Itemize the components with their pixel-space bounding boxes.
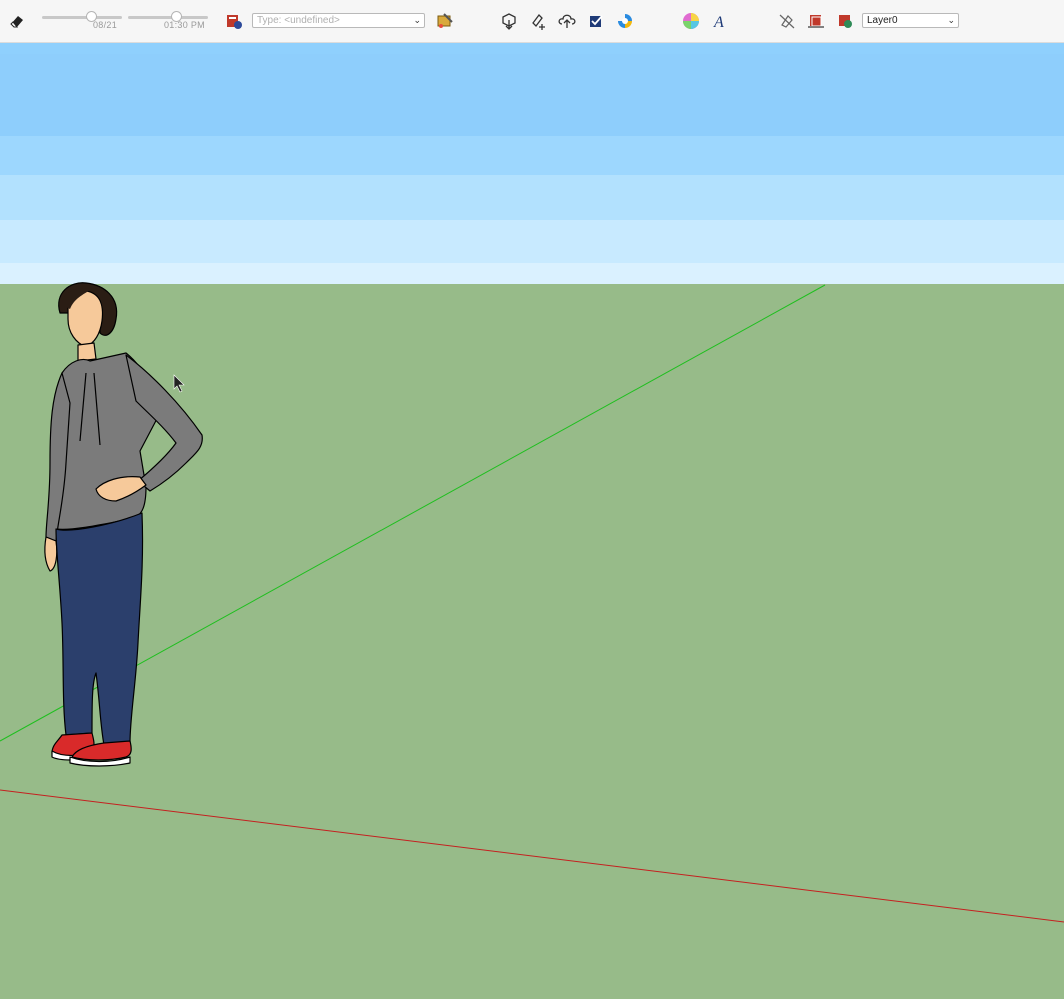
eraser-icon[interactable]	[6, 10, 28, 32]
model-canvas	[0, 282, 1064, 923]
chevron-down-icon: ⌄	[413, 15, 421, 25]
shadow-time-slider[interactable]	[128, 11, 208, 22]
person-figure[interactable]	[44, 282, 203, 767]
mouse-cursor	[173, 374, 185, 393]
toolbar: 08/21 01:30 PM Type: <undefined> ⌄ A Lay…	[0, 0, 1064, 43]
display-section-icon[interactable]	[834, 10, 856, 32]
layer-select-value: Layer0	[867, 15, 898, 26]
layer-select[interactable]: Layer0 ⌄	[862, 13, 959, 28]
chevron-down-icon: ⌄	[947, 15, 955, 25]
classifier-icon[interactable]	[223, 10, 245, 32]
untitled-tool-icon[interactable]	[776, 10, 798, 32]
drawing-viewport[interactable]	[0, 43, 1064, 999]
date-label: 08/21	[93, 20, 118, 30]
svg-text:A: A	[713, 14, 724, 31]
red-axis-line	[0, 789, 1064, 923]
type-select-placeholder: Type: <undefined>	[257, 15, 340, 26]
type-select[interactable]: Type: <undefined> ⌄	[252, 13, 425, 28]
upload-cloud-icon[interactable]	[556, 10, 578, 32]
classify-paint-icon[interactable]	[434, 10, 456, 32]
import-3d-icon[interactable]	[498, 10, 520, 32]
checkbox-icon[interactable]	[585, 10, 607, 32]
extension-icon[interactable]	[614, 10, 636, 32]
color-wheel-icon[interactable]	[680, 10, 702, 32]
shadow-date-slider[interactable]	[42, 11, 122, 22]
add-location-icon[interactable]	[527, 10, 549, 32]
time-label: 01:30 PM	[164, 20, 205, 30]
section-icon[interactable]	[805, 10, 827, 32]
text-style-icon[interactable]: A	[709, 10, 731, 32]
